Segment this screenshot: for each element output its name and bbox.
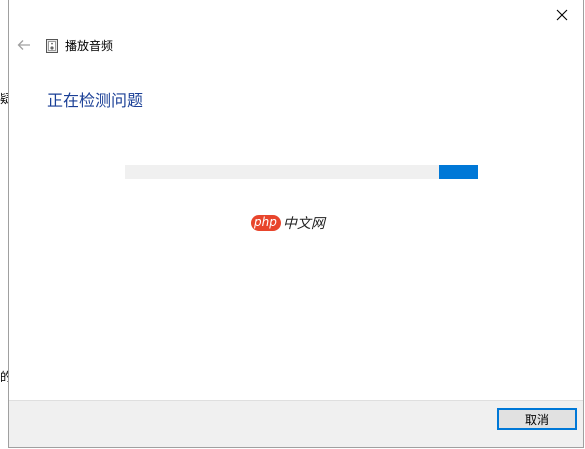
close-button[interactable]	[549, 2, 575, 28]
background-text: 的	[0, 370, 8, 384]
back-button[interactable]	[15, 36, 33, 54]
page-heading: 正在检测问题	[47, 91, 144, 110]
wizard-title-label: 播放音频	[65, 39, 114, 53]
back-arrow-icon	[17, 40, 30, 50]
watermark-text: 中文网	[282, 216, 325, 232]
progress-bar-chunk	[439, 165, 478, 179]
troubleshooter-dialog: 播放音频 正在检测问题 php 中文网 取消	[8, 0, 584, 448]
wizard-title: 播放音频	[45, 37, 113, 54]
cancel-button[interactable]: 取消	[497, 408, 577, 430]
dialog-footer: 取消	[9, 400, 583, 447]
close-icon	[556, 9, 568, 21]
watermark-logo: php 中文网	[251, 213, 325, 233]
watermark-php-badge: php	[251, 215, 281, 231]
speaker-device-icon	[46, 38, 58, 53]
background-text: 疑	[0, 92, 8, 106]
progress-bar	[125, 165, 478, 179]
